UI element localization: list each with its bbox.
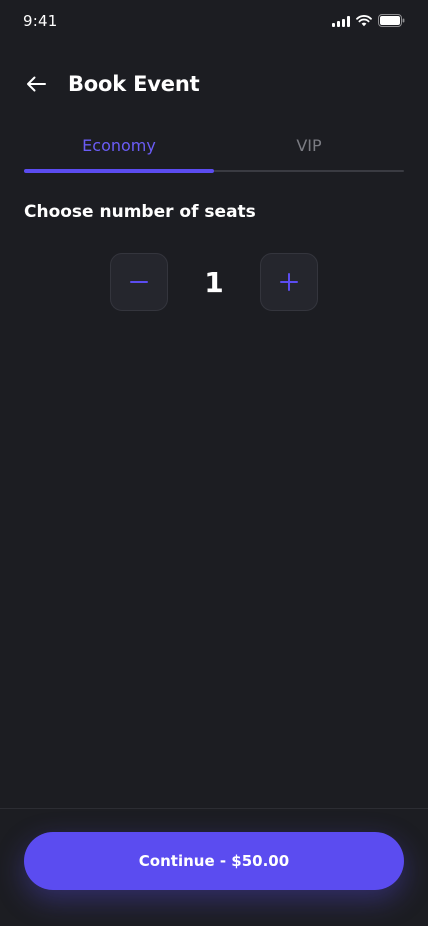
wifi-icon: [356, 14, 372, 26]
tab-economy[interactable]: Economy: [24, 126, 214, 164]
seat-count: 1: [204, 265, 224, 299]
increase-seats-button[interactable]: [260, 253, 318, 311]
tab-vip[interactable]: VIP: [214, 126, 404, 164]
plus-icon: [280, 273, 298, 291]
page-title: Book Event: [68, 72, 200, 96]
ticket-tabs: Economy VIP: [24, 126, 404, 174]
signal-icon: [332, 15, 350, 27]
footer-divider: [0, 808, 428, 809]
decrease-seats-button[interactable]: [110, 253, 168, 311]
book-event-screen: 9:41 Book Event Economy VIP Choose numbe…: [0, 0, 428, 926]
seat-quantity-stepper: 1: [110, 253, 318, 311]
status-icons: [332, 14, 405, 27]
status-bar: 9:41: [0, 0, 428, 44]
back-button[interactable]: [24, 70, 52, 98]
arrow-left-icon: [27, 76, 46, 92]
minus-icon: [130, 281, 148, 283]
status-time: 9:41: [23, 12, 58, 30]
tab-active-indicator: [24, 169, 214, 173]
battery-icon: [378, 14, 405, 27]
seats-title: Choose number of seats: [24, 202, 256, 222]
header: Book Event: [24, 62, 200, 106]
continue-button[interactable]: Continue - $50.00: [24, 832, 404, 890]
